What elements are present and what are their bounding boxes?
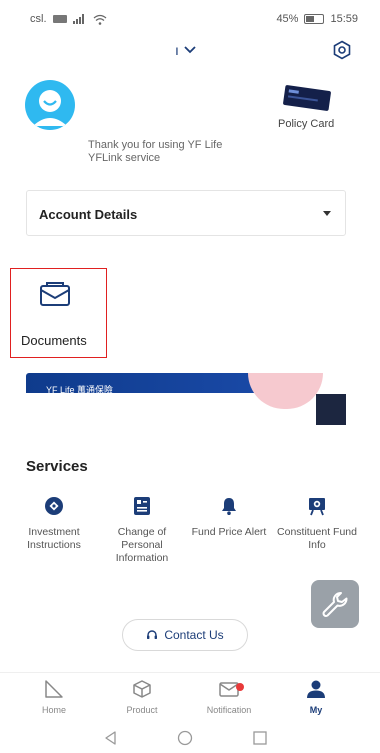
banner-graphic	[248, 373, 323, 409]
nav-notification[interactable]: Notification	[194, 679, 264, 715]
service-change-personal-info[interactable]: Change of Personal Information	[100, 496, 184, 565]
nav-label: Home	[41, 705, 66, 715]
service-fund-price-alert[interactable]: Fund Price Alert	[187, 496, 271, 539]
service-label: Change of Personal Information	[115, 526, 169, 564]
status-right: 45% 15:59	[276, 13, 358, 25]
investment-icon	[45, 497, 63, 515]
bell-icon	[222, 498, 236, 515]
policy-card-image[interactable]	[282, 84, 332, 112]
banner-text: YF Life 萬通保險	[46, 385, 114, 395]
clock: 15:59	[330, 13, 358, 25]
service-constituent-fund-info[interactable]: Constituent Fund Info	[275, 496, 359, 552]
account-details-dropdown[interactable]: Account Details	[26, 190, 346, 236]
service-label: Investment Instructions	[27, 526, 81, 551]
headset-icon	[147, 630, 158, 639]
policy-card-label[interactable]: Policy Card	[278, 118, 334, 130]
wifi-icon	[93, 14, 106, 25]
welcome-message: Thank you for using YF Life YFLink servi…	[88, 139, 223, 164]
status-bar: csl. 45% 15:59	[0, 0, 380, 36]
recent-apps-icon[interactable]	[252, 730, 268, 746]
chevron-down-icon	[184, 46, 196, 54]
carrier-label: csl.	[30, 13, 47, 25]
system-nav-bar	[0, 722, 380, 753]
settings-button[interactable]	[332, 40, 352, 60]
promo-banner[interactable]: YF Life 萬通保險	[26, 373, 346, 425]
contact-us-button[interactable]: Contact Us	[122, 619, 248, 651]
nav-label: Product	[126, 705, 158, 715]
caret-down-icon	[323, 211, 331, 216]
service-label: Constituent Fund Info	[277, 526, 357, 551]
nav-home[interactable]: Home	[19, 679, 89, 715]
service-label: Fund Price Alert	[191, 526, 267, 538]
nav-label: My	[309, 705, 323, 715]
presentation-board-icon	[309, 498, 325, 516]
cube-icon	[133, 680, 151, 698]
banner-strip: YF Life 萬通保險	[26, 373, 281, 395]
account-switcher-label: ı	[175, 42, 179, 58]
account-details-label: Account Details	[39, 207, 138, 222]
signal-icon	[72, 14, 84, 24]
banner-dark-block	[316, 394, 346, 425]
user-face-icon	[33, 90, 67, 126]
nav-product[interactable]: Product	[107, 679, 177, 715]
id-card-icon	[134, 497, 150, 515]
services-title: Services	[26, 458, 88, 475]
gear-icon	[333, 40, 351, 60]
nav-label: Notification	[206, 705, 252, 715]
documents-button[interactable]: Documents	[10, 268, 107, 358]
envelope-icon	[40, 282, 70, 306]
battery-icon	[304, 14, 325, 24]
back-icon[interactable]	[103, 730, 119, 746]
avatar[interactable]	[25, 80, 75, 130]
floating-tools-button[interactable]	[311, 580, 359, 628]
notification-badge	[236, 683, 244, 691]
battery-percent: 45%	[276, 13, 299, 25]
network-type-icon	[52, 15, 67, 23]
documents-label: Documents	[21, 333, 87, 348]
user-icon	[307, 680, 325, 698]
service-investment-instructions[interactable]: Investment Instructions	[12, 496, 96, 552]
wrench-icon	[322, 592, 348, 617]
contact-us-label: Contact Us	[164, 628, 224, 642]
home-icon	[45, 680, 63, 698]
nav-my[interactable]: My	[281, 679, 351, 715]
account-switcher-dropdown[interactable]: ı	[175, 42, 197, 58]
status-left: csl.	[30, 13, 107, 25]
bottom-nav: Home Product Notification My	[0, 672, 380, 722]
home-circle-icon[interactable]	[177, 730, 193, 746]
